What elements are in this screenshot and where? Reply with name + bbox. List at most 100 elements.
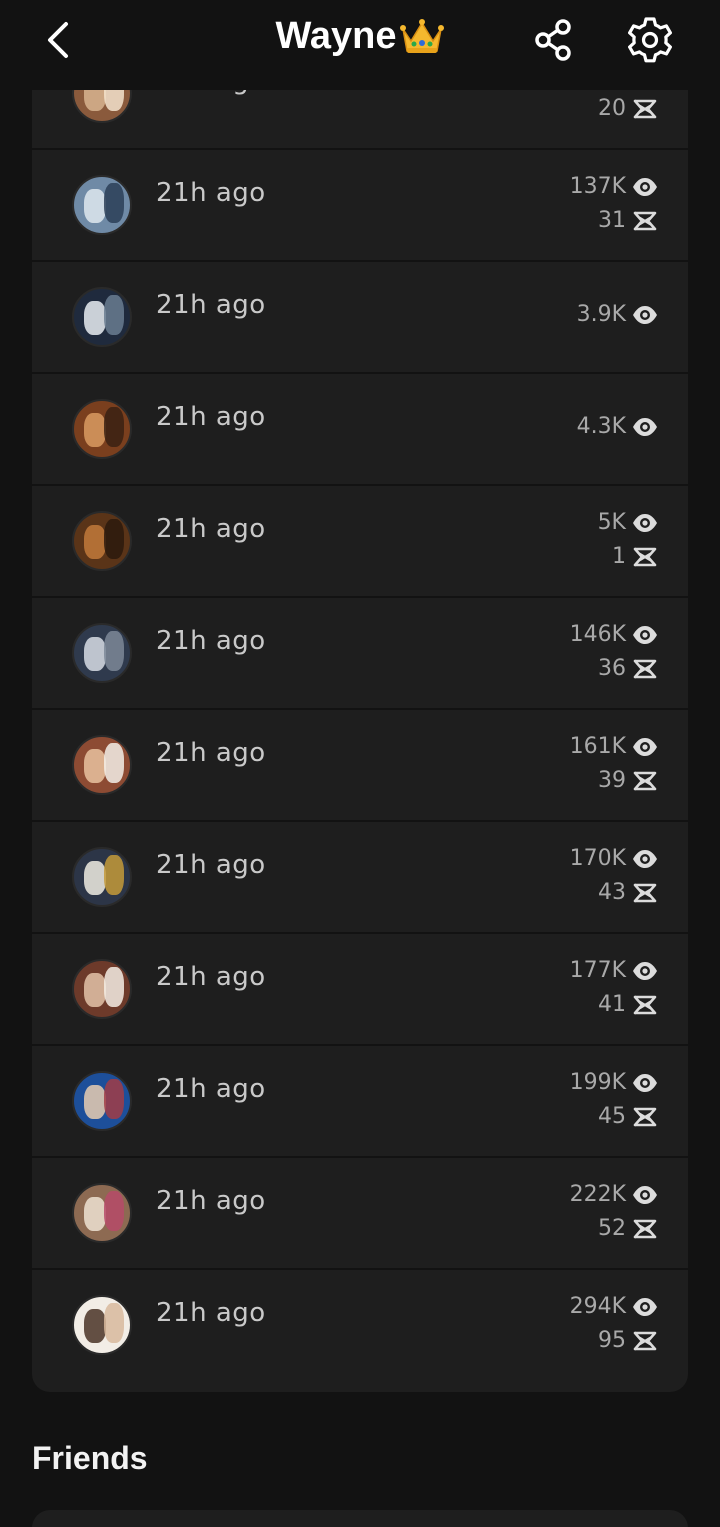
eye-icon — [633, 513, 657, 532]
eye-icon — [633, 961, 657, 980]
eye-icon — [633, 1073, 657, 1092]
eye-icon — [633, 625, 657, 644]
story-thumbnail — [72, 735, 132, 795]
friends-card — [32, 1510, 688, 1527]
eye-icon — [633, 1297, 657, 1316]
story-stats: 170K 43 — [498, 844, 658, 914]
page-title: Wayne — [0, 15, 720, 58]
story-time: 21h ago — [156, 850, 266, 880]
story-time: 21h ago — [156, 738, 266, 768]
screenshot-count-value: 31 — [598, 208, 626, 233]
view-count-value: 177K — [569, 958, 626, 983]
story-thumbnail — [72, 1183, 132, 1243]
story-row[interactable]: 21h ago 177K 41 — [32, 934, 688, 1046]
story-stats: 222K 52 — [498, 1180, 658, 1250]
screenshot-count-value: 43 — [598, 880, 626, 905]
screenshot-icon — [633, 99, 657, 118]
story-list: 21h ago??K2021h ago137K3121h ago3.9K21h … — [32, 50, 688, 1392]
story-stats: 161K 39 — [498, 732, 658, 802]
view-count: 5K — [598, 510, 658, 535]
screenshot-count: 36 — [598, 656, 658, 681]
eye-icon — [633, 1185, 657, 1204]
top-bar: Wayne — [0, 0, 720, 90]
story-time: 21h ago — [156, 514, 266, 544]
screenshot-count-value: 52 — [598, 1216, 626, 1241]
eye-icon — [633, 849, 657, 868]
screenshot-count-value: 1 — [612, 544, 626, 569]
screenshot-icon — [633, 547, 657, 566]
view-count-value: 161K — [569, 734, 626, 759]
story-time: 21h ago — [156, 1186, 266, 1216]
story-time: 21h ago — [156, 962, 266, 992]
story-stats: 177K 41 — [498, 956, 658, 1026]
story-row[interactable]: 21h ago 137K 31 — [32, 150, 688, 262]
story-stats: 137K 31 — [498, 172, 658, 242]
story-row[interactable]: 21h ago 5K 1 — [32, 486, 688, 598]
story-time: 21h ago — [156, 1298, 266, 1328]
view-count: 161K — [570, 734, 658, 759]
story-stats: 5K 1 — [498, 508, 658, 578]
screenshot-count-value: 45 — [598, 1104, 626, 1129]
screenshot-count: 31 — [598, 208, 658, 233]
story-row[interactable]: 21h ago 199K 45 — [32, 1046, 688, 1158]
story-row[interactable]: 21h ago 294K 95 — [32, 1270, 688, 1382]
settings-button[interactable] — [624, 14, 676, 66]
view-count-value: 170K — [569, 846, 626, 871]
story-thumbnail — [72, 511, 132, 571]
view-count: 146K — [570, 622, 658, 647]
story-views-screen: 21h ago??K2021h ago137K3121h ago3.9K21h … — [0, 0, 720, 1527]
story-stats: 294K 95 — [498, 1292, 658, 1362]
story-row[interactable]: 21h ago 3.9K — [32, 262, 688, 374]
view-count: 3.9K — [577, 302, 658, 327]
screenshot-count: 43 — [598, 880, 658, 905]
page-title-text: Wayne — [275, 15, 397, 57]
screenshot-icon — [633, 1107, 657, 1126]
screenshot-icon — [633, 659, 657, 678]
view-count-value: 5K — [597, 510, 626, 535]
eye-icon — [633, 177, 657, 196]
screenshot-count: 1 — [612, 544, 658, 569]
view-count-value: 4.3K — [576, 414, 626, 439]
story-row[interactable]: 21h ago 4.3K — [32, 374, 688, 486]
screenshot-count: 95 — [598, 1328, 658, 1353]
screenshot-count-value: 20 — [598, 96, 626, 121]
screenshot-count: 20 — [598, 96, 658, 121]
story-row[interactable]: 21h ago 161K 39 — [32, 710, 688, 822]
view-count: 199K — [570, 1070, 658, 1095]
story-thumbnail — [72, 959, 132, 1019]
view-count: 170K — [570, 846, 658, 871]
view-count-value: 294K — [569, 1294, 626, 1319]
story-thumbnail — [72, 1295, 132, 1355]
story-stats: 199K 45 — [498, 1068, 658, 1138]
screenshot-icon — [633, 1331, 657, 1350]
story-row[interactable]: 21h ago 222K 52 — [32, 1158, 688, 1270]
story-time: 21h ago — [156, 178, 266, 208]
view-count: 294K — [570, 1294, 658, 1319]
view-count-value: 3.9K — [576, 302, 626, 327]
screenshot-count-value: 36 — [598, 656, 626, 681]
story-thumbnail — [72, 847, 132, 907]
story-time: 21h ago — [156, 402, 266, 432]
friends-section-title: Friends — [32, 1440, 148, 1476]
story-thumbnail — [72, 623, 132, 683]
screenshot-icon — [633, 1219, 657, 1238]
screenshot-count: 41 — [598, 992, 658, 1017]
eye-icon — [633, 737, 657, 756]
screenshot-icon — [633, 771, 657, 790]
eye-icon — [633, 305, 657, 324]
screenshot-count: 52 — [598, 1216, 658, 1241]
story-stats: 4.3K — [498, 396, 658, 466]
eye-icon — [633, 417, 657, 436]
story-stats: 3.9K — [498, 284, 658, 354]
story-thumbnail — [72, 287, 132, 347]
view-count: 4.3K — [577, 414, 658, 439]
story-thumbnail — [72, 175, 132, 235]
story-row[interactable]: 21h ago 170K 43 — [32, 822, 688, 934]
screenshot-count-value: 95 — [598, 1328, 626, 1353]
screenshot-count-value: 39 — [598, 768, 626, 793]
share-button[interactable] — [530, 16, 578, 64]
story-thumbnail — [72, 399, 132, 459]
crown-icon — [399, 18, 444, 53]
story-row[interactable]: 21h ago 146K 36 — [32, 598, 688, 710]
screenshot-icon — [633, 995, 657, 1014]
